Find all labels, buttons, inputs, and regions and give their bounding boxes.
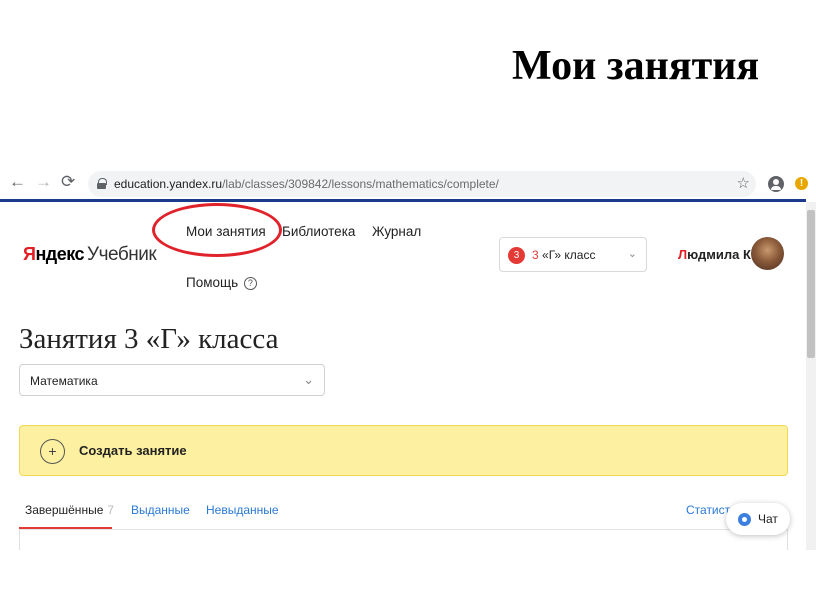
chat-icon bbox=[738, 513, 751, 526]
create-lesson-button[interactable]: + Создать занятие bbox=[19, 425, 788, 476]
nav-library[interactable]: Библиотека bbox=[282, 224, 355, 239]
lesson-list bbox=[19, 530, 788, 550]
nav-help[interactable]: Помощь ? bbox=[186, 275, 257, 290]
user-name[interactable]: Людмила К. bbox=[678, 247, 755, 262]
chat-label: Чат bbox=[758, 512, 778, 526]
class-dropdown[interactable]: 3 3 «Г» класс ⌄ bbox=[499, 237, 647, 272]
create-lesson-label: Создать занятие bbox=[79, 443, 187, 458]
chevron-down-icon: ⌄ bbox=[303, 372, 314, 387]
chat-button[interactable]: Чат bbox=[726, 503, 790, 535]
tab-completed-count: 7 bbox=[107, 503, 115, 517]
address-bar[interactable]: education.yandex.ru/lab/classes/309842/l… bbox=[88, 171, 756, 197]
url-text[interactable]: education.yandex.ru/lab/classes/309842/l… bbox=[114, 177, 499, 191]
subject-dropdown-value: Математика bbox=[30, 374, 98, 388]
bookmark-star-icon[interactable]: ☆ bbox=[737, 174, 750, 192]
account-icon[interactable] bbox=[768, 176, 784, 192]
avatar[interactable] bbox=[751, 237, 784, 270]
chevron-down-icon: ⌄ bbox=[627, 248, 637, 260]
yandex-uchebnik-logo[interactable]: Яндекс Учебник bbox=[23, 244, 157, 266]
class-dropdown-label: 3 «Г» класс bbox=[532, 248, 596, 262]
slide-title: Мои занятия bbox=[512, 43, 760, 89]
plus-icon: + bbox=[40, 439, 65, 464]
page-title: Занятия 3 «Г» класса bbox=[19, 323, 279, 355]
browser-toolbar: ← → ⟳ education.yandex.ru/lab/classes/30… bbox=[0, 163, 816, 199]
page-top-border bbox=[0, 199, 806, 202]
lock-icon[interactable] bbox=[97, 178, 107, 189]
help-question-icon: ? bbox=[243, 277, 257, 290]
tab-statistics[interactable]: Статист bbox=[686, 503, 730, 517]
subject-dropdown[interactable]: Математика ⌄ bbox=[19, 364, 325, 396]
update-alert-icon[interactable]: ! bbox=[795, 177, 808, 190]
highlight-circle-annotation bbox=[152, 203, 282, 257]
scrollbar-thumb[interactable] bbox=[807, 210, 815, 358]
back-arrow-icon[interactable]: ← bbox=[9, 173, 26, 190]
tab-issued[interactable]: Выданные bbox=[131, 503, 190, 517]
browser-screenshot: ← → ⟳ education.yandex.ru/lab/classes/30… bbox=[0, 163, 816, 550]
scrollbar[interactable] bbox=[806, 202, 816, 550]
reload-icon[interactable]: ⟳ bbox=[61, 173, 75, 190]
tab-completed[interactable]: Завершённые 7 bbox=[25, 503, 114, 517]
forward-arrow-icon[interactable]: → bbox=[35, 173, 52, 190]
tab-unissued[interactable]: Невыданные bbox=[206, 503, 279, 517]
class-number-badge: 3 bbox=[508, 247, 525, 264]
nav-journal[interactable]: Журнал bbox=[372, 224, 421, 239]
